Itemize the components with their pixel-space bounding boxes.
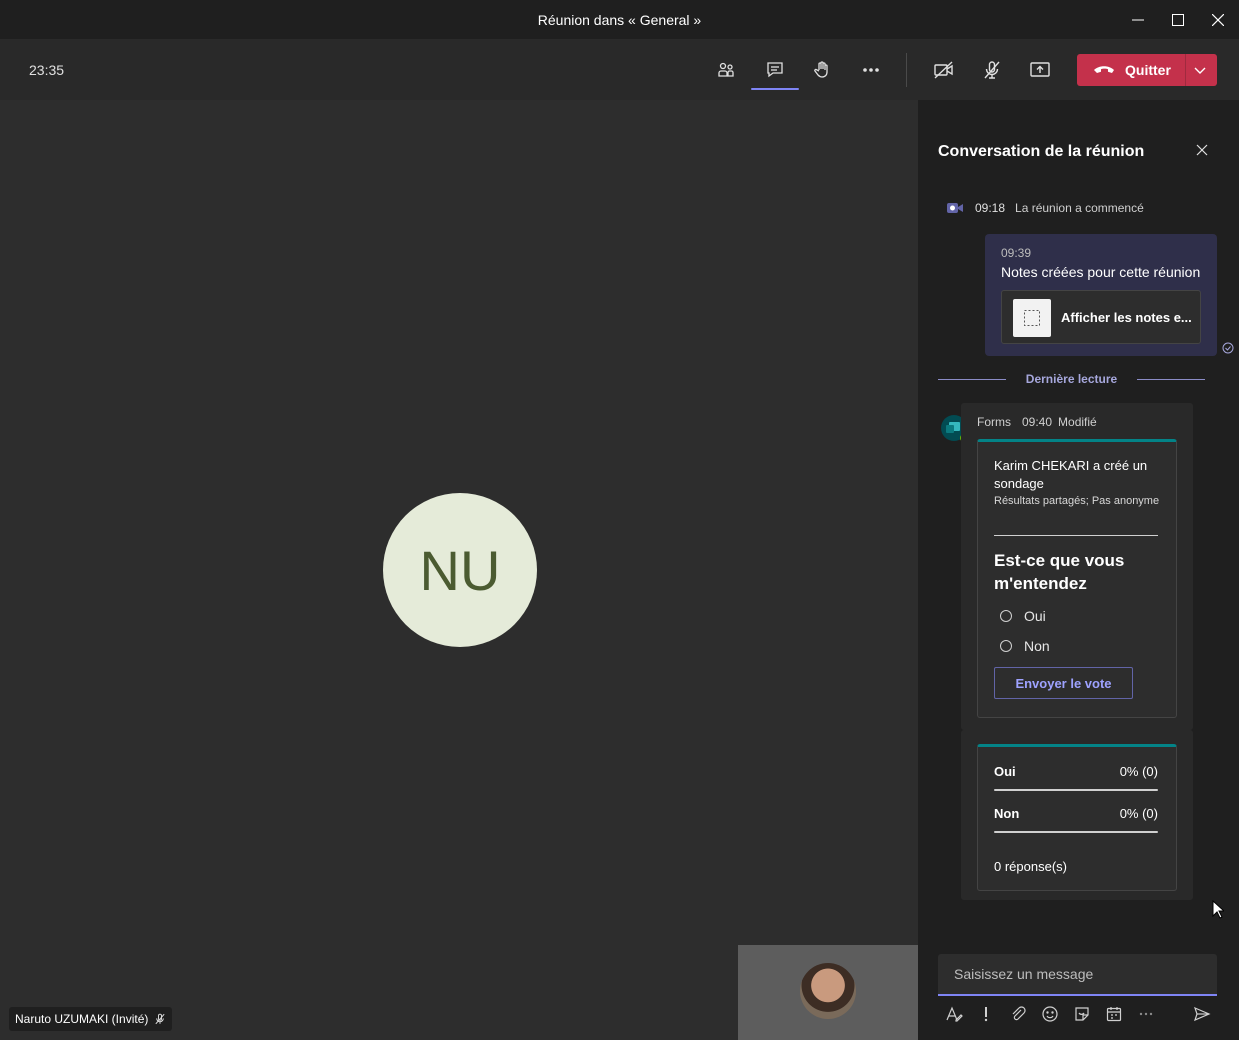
camera-toggle-button[interactable]: [928, 54, 960, 86]
poll-results-card: Oui 0% (0) Non 0% (0) 0 réponse(s): [977, 744, 1177, 891]
last-read-divider: Dernière lecture: [938, 372, 1205, 388]
sticker-icon[interactable]: [1072, 1004, 1092, 1024]
radio-button[interactable]: [1000, 610, 1012, 622]
poll-card: Karim CHEKARI a créé un sondage Résultat…: [977, 439, 1177, 718]
leave-divider: [1185, 54, 1186, 86]
responses-count: 0 réponse(s): [994, 859, 1067, 874]
raise-hand-button[interactable]: [806, 54, 838, 86]
important-icon[interactable]: [976, 1004, 996, 1024]
video-stage: NU Naruto UZUMAKI (Invité): [0, 100, 918, 1040]
message-time: 09:40: [1022, 415, 1053, 429]
system-message-time: 09:18: [975, 201, 1006, 215]
system-message: 09:18 La réunion a commencé: [945, 200, 1144, 216]
poll-option-oui[interactable]: Oui: [1000, 608, 1046, 624]
meeting-duration: 23:35: [29, 62, 65, 78]
notes-icon: [1013, 299, 1051, 337]
poll-results-message: Oui 0% (0) Non 0% (0) 0 réponse(s): [961, 730, 1193, 900]
message-time: 09:39: [1001, 246, 1032, 260]
more-icon: [863, 68, 879, 72]
mic-off-icon: [155, 1013, 165, 1025]
toolbar-divider: [906, 53, 907, 87]
message-composer: [938, 954, 1217, 996]
participant-name: Naruto UZUMAKI (Invité): [15, 1012, 149, 1026]
option-label: Non: [1024, 638, 1050, 654]
chat-icon: [767, 62, 783, 78]
schedule-icon[interactable]: [1104, 1004, 1124, 1024]
sender-name: Forms: [977, 415, 1011, 429]
notes-card[interactable]: Afficher les notes e...: [1001, 290, 1201, 344]
result-bar: [994, 789, 1158, 791]
format-icon[interactable]: [944, 1004, 964, 1024]
title-bar: Réunion dans « General »: [0, 0, 1239, 40]
mouse-cursor-icon: [1212, 899, 1226, 925]
notes-card-label: Afficher les notes e...: [1061, 310, 1192, 325]
result-label: Oui: [994, 764, 1016, 779]
message-input[interactable]: [938, 954, 1217, 994]
share-screen-button[interactable]: [1024, 54, 1056, 86]
participant-avatar: NU: [383, 493, 537, 647]
chat-button[interactable]: [751, 54, 799, 90]
mic-toggle-button[interactable]: [976, 54, 1008, 86]
minimize-icon[interactable]: [1128, 10, 1148, 30]
self-video-preview[interactable]: [738, 945, 918, 1040]
window-title: Réunion dans « General »: [537, 12, 702, 28]
poll-creator: Karim CHEKARI a créé un sondage: [994, 458, 1148, 491]
forms-message-header: Forms 09:40 Modifié: [977, 415, 1097, 429]
more-icon[interactable]: [1136, 1004, 1156, 1024]
poll-divider: [994, 535, 1158, 536]
submit-vote-button[interactable]: Envoyer le vote: [994, 667, 1133, 699]
leave-label: Quitter: [1125, 62, 1171, 78]
hang-up-icon: [1094, 66, 1114, 73]
meeting-toolbar: 23:35 Quitter: [0, 40, 1239, 100]
send-icon[interactable]: [1192, 1004, 1212, 1024]
result-value: 0% (0): [1119, 764, 1158, 779]
maximize-icon[interactable]: [1168, 10, 1188, 30]
more-actions-button[interactable]: [855, 54, 887, 86]
mic-off-icon: [984, 61, 1000, 79]
read-receipt-icon: [1222, 341, 1234, 359]
chat-panel-title: Conversation de la réunion: [938, 143, 1145, 160]
radio-button[interactable]: [1000, 640, 1012, 652]
result-label: Non: [994, 806, 1020, 821]
participant-name-badge: Naruto UZUMAKI (Invité): [9, 1007, 173, 1031]
system-message-text: La réunion a commencé: [1015, 201, 1144, 215]
option-label: Oui: [1024, 608, 1046, 624]
avatar-initials: NU: [419, 538, 501, 602]
share-screen-icon: [1030, 62, 1050, 77]
meeting-icon: [947, 203, 963, 213]
my-message[interactable]: 09:39 Notes créées pour cette réunion Af…: [985, 234, 1217, 356]
result-value: 0% (0): [1119, 806, 1158, 821]
close-icon[interactable]: [1208, 10, 1228, 30]
poll-question: Est-ce que vous m'entendez: [994, 551, 1125, 593]
message-text: Notes créées pour cette réunion: [1001, 264, 1201, 280]
participants-icon: [718, 62, 734, 77]
poll-option-non[interactable]: Non: [1000, 638, 1050, 654]
participants-button[interactable]: [710, 54, 742, 86]
poll-meta: Résultats partagés; Pas anonyme: [994, 495, 1160, 507]
self-avatar: [800, 963, 856, 1019]
edited-label: Modifié: [1058, 415, 1097, 429]
meeting-chat-panel: Conversation de la réunion 09:18 La réun…: [918, 100, 1239, 1040]
chevron-down-icon[interactable]: [1193, 63, 1207, 82]
composer-toolbar: [938, 1002, 1217, 1026]
camera-off-icon: [934, 61, 953, 79]
leave-meeting-button[interactable]: Quitter: [1077, 54, 1217, 86]
close-icon[interactable]: [1194, 142, 1210, 158]
emoji-icon[interactable]: [1040, 1004, 1060, 1024]
result-bar: [994, 831, 1158, 833]
raise-hand-icon: [814, 61, 828, 78]
divider-line-right: [1137, 379, 1205, 380]
forms-message: Forms 09:40 Modifié Karim CHEKARI a créé…: [961, 403, 1193, 730]
attach-icon[interactable]: [1008, 1004, 1028, 1024]
